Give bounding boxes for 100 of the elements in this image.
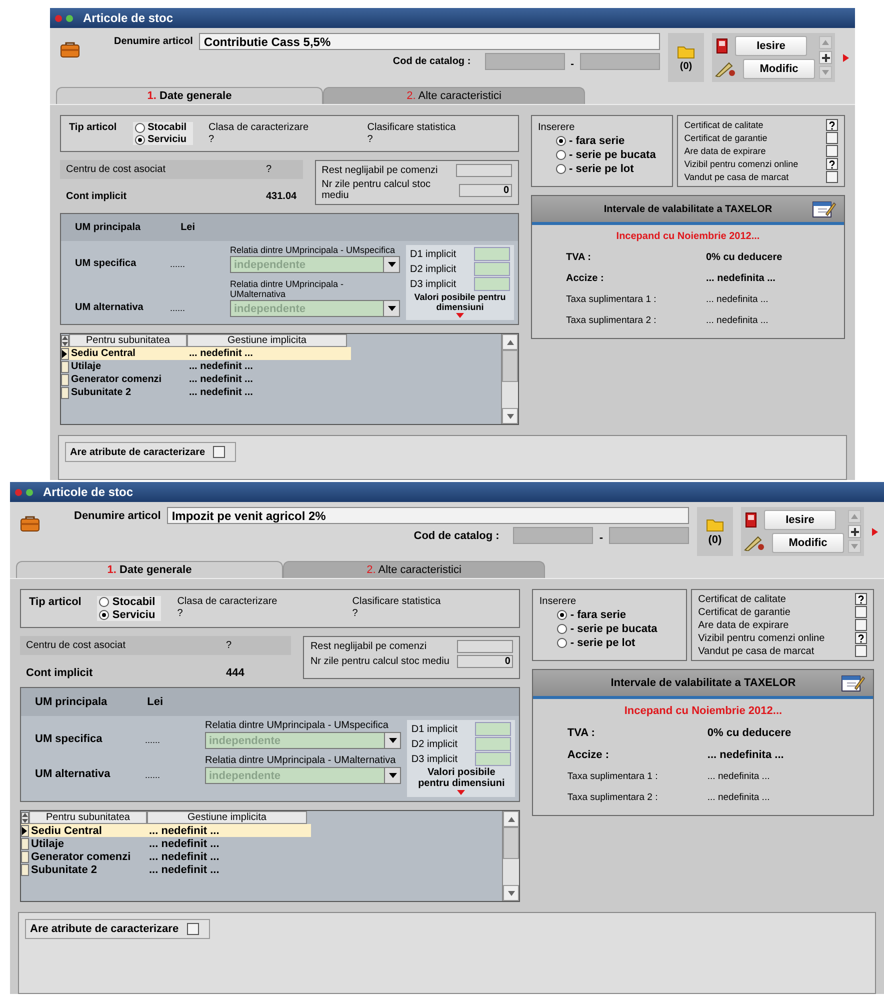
field-label: UM principala — [75, 222, 141, 233]
number-field[interactable] — [457, 640, 514, 653]
table-row[interactable]: Subunitate 2 ... nedefinit ... — [21, 863, 311, 876]
column-header[interactable]: Pentru subunitatea — [29, 811, 147, 824]
scrollbar[interactable] — [502, 811, 520, 901]
close-dot[interactable] — [55, 14, 62, 22]
radio-label[interactable]: Serviciu — [148, 134, 187, 145]
arrow-up-icon — [506, 340, 514, 344]
modify-button[interactable]: Modific — [772, 533, 844, 553]
table-row[interactable]: Sediu Central ... nedefinit ... — [21, 824, 311, 837]
column-header[interactable]: Gestiune implicita — [147, 811, 307, 824]
table-row[interactable]: Utilaje ... nedefinit ... — [61, 360, 351, 373]
radio-button[interactable] — [557, 638, 568, 648]
column-header[interactable]: Gestiune implicita — [187, 334, 347, 347]
calendar-edit-icon[interactable] — [812, 200, 836, 218]
tax-value: ... nedefinita ... — [706, 294, 768, 305]
name-field[interactable]: Impozit pe venit agricol 2% — [166, 507, 689, 524]
close-dot[interactable] — [15, 488, 22, 496]
checkbox[interactable] — [186, 923, 199, 935]
add-button[interactable] — [848, 525, 861, 538]
checkbox[interactable] — [826, 171, 838, 183]
table-row[interactable]: Utilaje ... nedefinit ... — [21, 837, 311, 850]
field-label: UM alternativa — [35, 768, 112, 782]
field-label: UM principala — [35, 696, 108, 708]
radio-button[interactable] — [557, 624, 568, 634]
catalog-field[interactable] — [609, 527, 689, 544]
checkbox[interactable] — [855, 632, 867, 644]
dimension-field[interactable] — [474, 262, 510, 276]
checkbox[interactable] — [826, 119, 838, 131]
exit-button[interactable]: Iesire — [764, 510, 836, 530]
column-header[interactable]: Pentru subunitatea — [69, 334, 187, 347]
checkbox[interactable] — [855, 645, 867, 657]
checkbox[interactable] — [855, 606, 867, 618]
radio-button[interactable] — [134, 134, 145, 144]
radio-button[interactable] — [556, 150, 566, 160]
scrollbar[interactable] — [501, 334, 518, 424]
field-label: D1 implicit — [410, 248, 456, 260]
radio-button[interactable] — [556, 164, 566, 174]
number-field[interactable]: 0 — [457, 655, 514, 668]
radio-label[interactable]: - serie pe bucata — [569, 149, 656, 161]
name-field[interactable]: Contributie Cass 5,5% — [198, 33, 660, 50]
dimension-field[interactable] — [475, 737, 512, 751]
table-row[interactable]: Generator comenzi ... nedefinit ... — [21, 850, 311, 863]
checkbox[interactable] — [826, 132, 838, 144]
field-label: Cod de catalog : — [392, 56, 471, 67]
attachment-count: (0) — [708, 534, 722, 546]
radio-label[interactable]: - fara serie — [569, 135, 625, 147]
add-button[interactable] — [819, 51, 832, 64]
field-value: ? — [208, 134, 216, 145]
maximize-dot[interactable] — [26, 488, 33, 496]
number-field[interactable]: 0 — [459, 184, 512, 196]
tab[interactable]: 1. Date generale — [56, 87, 323, 104]
table-row[interactable]: Subunitate 2 ... nedefinit ... — [61, 386, 351, 399]
exit-button[interactable]: Iesire — [735, 36, 807, 56]
catalog-field[interactable] — [580, 53, 660, 70]
checkbox[interactable] — [826, 145, 838, 157]
period-label: Incepand cu Noiembrie 2012... — [615, 231, 761, 242]
dimension-field[interactable] — [474, 247, 510, 261]
tax-label: TVA : — [566, 252, 592, 263]
maximize-dot[interactable] — [66, 14, 73, 22]
dimension-field[interactable] — [475, 752, 512, 766]
radio-label[interactable]: Stocabil — [112, 596, 156, 608]
catalog-field[interactable] — [513, 527, 594, 544]
radio-label[interactable]: - fara serie — [570, 609, 626, 621]
radio-button[interactable] — [134, 122, 145, 132]
arrow-right-icon[interactable] — [872, 528, 878, 536]
checkbox-label: Certificat de calitate — [684, 120, 764, 130]
calendar-edit-icon[interactable] — [841, 674, 865, 692]
tax-value: 0% cu deducere — [707, 727, 792, 739]
radio-button[interactable] — [99, 597, 110, 607]
arrow-right-icon[interactable] — [843, 54, 849, 62]
number-field[interactable] — [456, 164, 512, 177]
dimension-field[interactable] — [474, 277, 510, 291]
catalog-field[interactable] — [484, 53, 565, 70]
dimension-field[interactable] — [475, 722, 512, 736]
table-cell-text: Generator comenzi — [30, 850, 132, 862]
checkbox[interactable] — [826, 158, 838, 170]
checkbox[interactable] — [855, 593, 867, 605]
radio-button[interactable] — [99, 610, 110, 620]
dimensions-label: Valori posibile pentru dimensiuni — [413, 292, 507, 312]
modify-button[interactable]: Modific — [743, 59, 815, 79]
radio-label[interactable]: - serie pe lot — [569, 163, 634, 175]
tab[interactable]: 2. Alte caracteristici — [283, 561, 545, 578]
tab[interactable]: 2. Alte caracteristici — [323, 87, 585, 104]
checkbox[interactable] — [213, 446, 226, 458]
checkbox[interactable] — [855, 619, 867, 631]
radio-button[interactable] — [556, 136, 566, 146]
radio-button[interactable] — [557, 610, 568, 620]
radio-label[interactable]: Stocabil — [148, 122, 187, 133]
table-row[interactable]: Generator comenzi ... nedefinit ... — [61, 373, 351, 386]
radio-label[interactable]: Serviciu — [112, 609, 156, 621]
radio-label[interactable]: - serie pe bucata — [570, 623, 658, 635]
field-label: Rest neglijabil pe comenzi — [322, 165, 438, 176]
tab[interactable]: 1. Date generale — [16, 561, 283, 578]
field-label: D2 implicit — [411, 738, 458, 750]
field-value: ? — [367, 134, 374, 145]
radio-label[interactable]: - serie pe lot — [570, 637, 636, 649]
caret-icon[interactable] — [457, 790, 466, 795]
caret-icon[interactable] — [456, 313, 464, 318]
table-row[interactable]: Sediu Central ... nedefinit ... — [61, 347, 351, 360]
